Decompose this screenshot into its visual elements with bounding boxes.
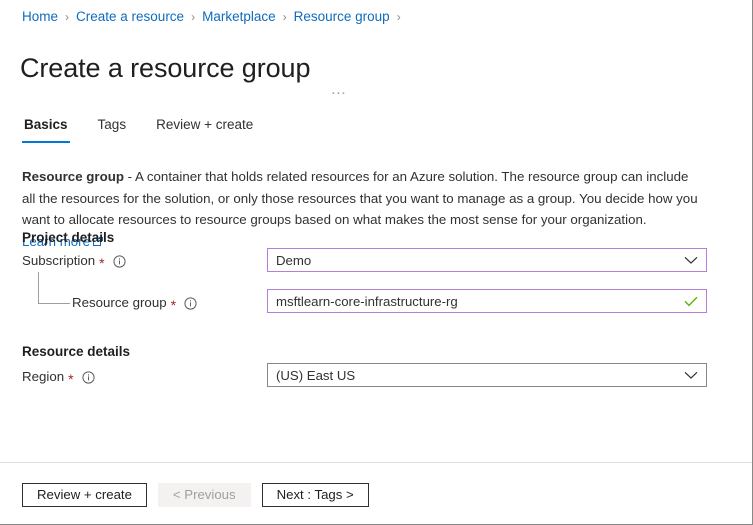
section-heading-project-details: Project details: [22, 230, 115, 245]
subscription-label: Subscription *: [22, 252, 126, 270]
region-dropdown[interactable]: (US) East US: [267, 363, 707, 387]
info-icon[interactable]: [81, 370, 95, 384]
more-actions-ellipsis-icon[interactable]: …: [330, 81, 348, 99]
breadcrumb-item-resource-group[interactable]: Resource group: [294, 8, 390, 26]
breadcrumb-item-marketplace[interactable]: Marketplace: [202, 8, 276, 26]
section-heading-resource-details: Resource details: [22, 344, 131, 359]
tab-strip: Basics Tags Review + create: [22, 116, 281, 143]
subscription-dropdown[interactable]: Demo: [267, 248, 707, 272]
required-asterisk: *: [68, 371, 74, 387]
subscription-label-text: Subscription: [22, 253, 96, 268]
region-label: Region *: [22, 368, 95, 386]
hierarchy-connector-line: [38, 272, 70, 304]
description-lead: Resource group: [22, 169, 124, 185]
tab-tags[interactable]: Tags: [96, 116, 129, 143]
valid-checkmark-icon: [684, 296, 698, 307]
page-title: Create a resource group: [20, 53, 311, 84]
review-create-button[interactable]: Review + create: [22, 483, 147, 507]
previous-button: < Previous: [157, 483, 251, 507]
azure-create-resource-group-page: Home › Create a resource › Marketplace ›…: [0, 0, 753, 525]
tab-review-create[interactable]: Review + create: [154, 116, 255, 143]
breadcrumb-separator-icon: ›: [396, 10, 401, 24]
breadcrumb-item-home[interactable]: Home: [22, 8, 58, 26]
footer-action-bar: Review + create < Previous Next : Tags >: [22, 483, 380, 507]
tab-basics[interactable]: Basics: [22, 116, 70, 143]
resource-group-value: msftlearn-core-infrastructure-rg: [276, 293, 458, 309]
description-body: - A container that holds related resourc…: [22, 169, 698, 228]
breadcrumb-item-create-a-resource[interactable]: Create a resource: [76, 8, 184, 26]
breadcrumb: Home › Create a resource › Marketplace ›…: [22, 8, 401, 26]
info-icon[interactable]: [184, 296, 197, 310]
next-tags-button[interactable]: Next : Tags >: [261, 483, 369, 507]
page-title-row: Create a resource group …: [20, 33, 348, 103]
chevron-down-icon[interactable]: [684, 256, 698, 265]
resource-group-label: Resource group *: [72, 294, 197, 312]
resource-group-label-text: Resource group: [72, 295, 167, 310]
footer-divider: [0, 462, 752, 463]
info-icon[interactable]: [113, 254, 126, 268]
required-asterisk: *: [99, 255, 105, 271]
region-value: (US) East US: [276, 367, 356, 383]
breadcrumb-separator-icon: ›: [191, 10, 196, 24]
resource-group-description: Resource group - A container that holds …: [22, 166, 698, 253]
resource-group-input[interactable]: msftlearn-core-infrastructure-rg: [267, 289, 707, 313]
breadcrumb-separator-icon: ›: [65, 10, 70, 24]
chevron-down-icon[interactable]: [684, 371, 698, 380]
subscription-value: Demo: [276, 252, 312, 268]
breadcrumb-separator-icon: ›: [282, 10, 287, 24]
required-asterisk: *: [170, 297, 177, 313]
region-label-text: Region: [22, 369, 65, 384]
